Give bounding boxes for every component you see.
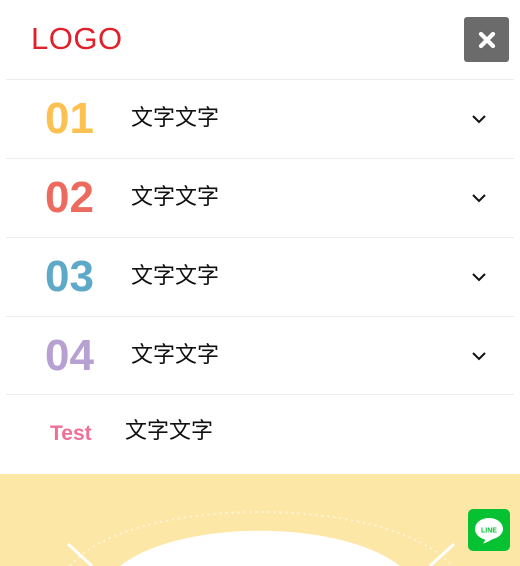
menu-item-number: 02 [45,173,94,222]
chevron-down-icon[interactable] [471,111,487,127]
menu-item-02[interactable]: 02 文字文字 [6,158,514,237]
chevron-down-icon[interactable] [471,348,487,364]
menu-item-label: 文字文字 [131,343,220,368]
menu-item-label: 文字文字 [131,264,220,289]
chevron-down-icon[interactable] [471,269,487,285]
logo[interactable]: LOGO [31,20,123,58]
menu-item-number: 03 [45,252,94,301]
menu-item-number: 01 [45,94,94,143]
menu-item-label: 文字文字 [131,106,220,131]
test-label: Test [50,422,92,445]
line-logo-text: LINE [481,528,497,535]
menu-item-test[interactable]: Test 文字文字 [6,394,514,474]
close-icon [478,31,495,48]
menu-item-number: 04 [45,331,94,380]
menu-item-03[interactable]: 03 文字文字 [6,237,514,316]
close-menu-button[interactable] [464,17,509,62]
banner-decoration [66,511,456,566]
menu-item-label: 文字文字 [131,185,220,210]
chevron-down-icon[interactable] [471,190,487,206]
menu-list: 01 文字文字 02 文字文字 03 文字文字 04 文字文字 [6,79,514,395]
test-text: 文字文字 [125,419,214,444]
menu-item-04[interactable]: 04 文字文字 [6,316,514,395]
banner-illustration [0,474,520,566]
header: LOGO [0,0,520,80]
menu-item-01[interactable]: 01 文字文字 [6,79,514,158]
line-chat-button[interactable]: LINE [468,509,510,551]
line-chat-icon: LINE [475,518,503,544]
